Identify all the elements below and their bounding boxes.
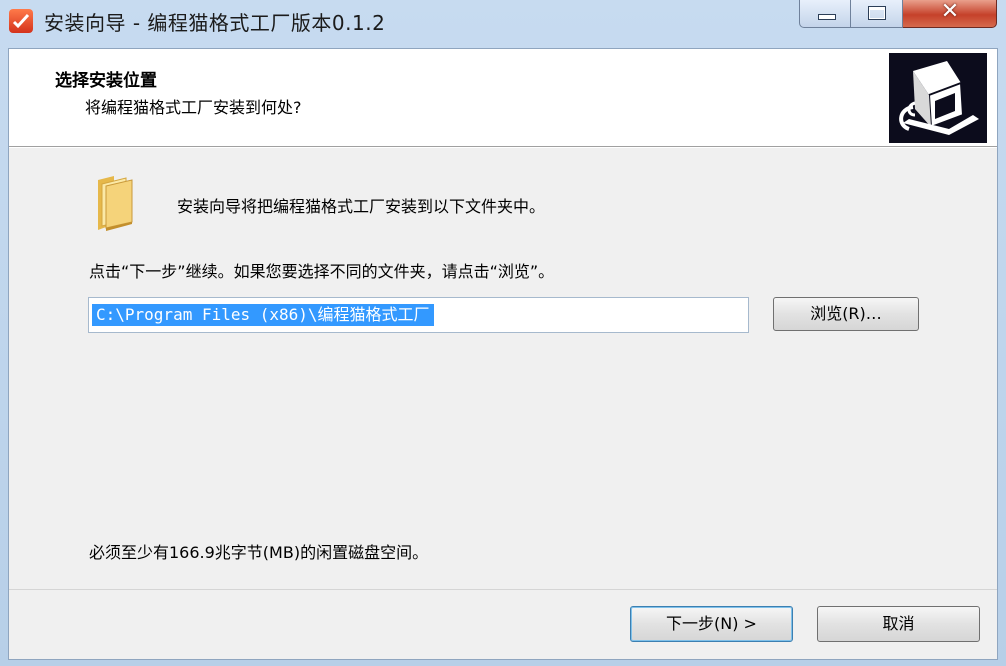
page-subtitle: 将编程猫格式工厂安装到何处? [85,98,302,117]
installer-window: 安装向导 - 编程猫格式工厂版本0.1.2 ✕ 选择安装位置 将编程猫格式工厂安… [0,0,1006,666]
install-path-value: C:\Program Files (x86)\编程猫格式工厂 [92,304,434,326]
folder-icon [92,174,136,232]
close-button[interactable]: ✕ [903,0,997,28]
page-header: 选择安装位置 将编程猫格式工厂安装到何处? [9,49,997,147]
close-icon: ✕ [940,0,960,24]
page-title: 选择安装位置 [55,71,157,91]
next-button[interactable]: 下一步(N) > [630,606,793,642]
app-icon [9,9,33,33]
intro-text: 安装向导将把编程猫格式工厂安装到以下文件夹中。 [177,197,546,216]
footer-divider [9,589,997,590]
page-content: 安装向导将把编程猫格式工厂安装到以下文件夹中。 点击“下一步”继续。如果您要选择… [9,147,997,587]
maximize-button[interactable] [851,0,903,28]
minimize-icon [818,14,836,20]
cancel-button[interactable]: 取消 [817,606,980,642]
installer-logo-icon [889,53,987,143]
install-path-input[interactable]: C:\Program Files (x86)\编程猫格式工厂 [88,297,749,333]
minimize-button[interactable] [799,0,851,28]
instruction-text: 点击“下一步”继续。如果您要选择不同的文件夹，请点击“浏览”。 [89,262,555,281]
browse-button[interactable]: 浏览(R)… [773,297,919,331]
title-bar[interactable]: 安装向导 - 编程猫格式工厂版本0.1.2 ✕ [0,0,1006,42]
disk-space-text: 必须至少有166.9兆字节(MB)的闲置磁盘空间。 [89,543,429,562]
window-title: 安装向导 - 编程猫格式工厂版本0.1.2 [44,11,386,35]
maximize-icon [868,6,886,20]
dialog-body: 选择安装位置 将编程猫格式工厂安装到何处? 安装向导将把编程猫格式工厂安装到以下… [8,48,998,660]
